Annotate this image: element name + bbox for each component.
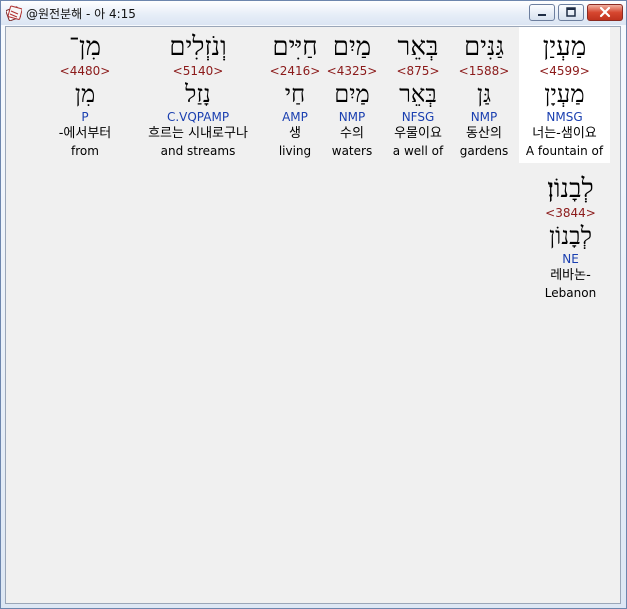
- word-column[interactable]: בְּאֵר <875> בְּאֵר NFSG 우물이요 a well of: [384, 27, 452, 163]
- interlinear-panel[interactable]: מַעְיַן <4599> מַעְיָן NMSG 너는-샘이요 A fountain…: [5, 26, 621, 604]
- hebrew-lemma: מַיִם: [334, 80, 370, 108]
- korean-gloss: 수의: [340, 126, 364, 141]
- maximize-button[interactable]: [558, 4, 584, 21]
- hebrew-word: גַּנִּים: [463, 32, 505, 62]
- hebrew-word: בְּאֵר: [397, 32, 439, 62]
- hebrew-word: מַיִם: [332, 32, 372, 62]
- hebrew-lemma: מִן: [74, 80, 96, 108]
- strong-number: <4599>: [539, 64, 590, 78]
- minimize-button[interactable]: [529, 4, 555, 21]
- strong-number: <5140>: [172, 64, 224, 78]
- hebrew-word: מִן־: [69, 32, 101, 62]
- hebrew-word: וְנֹזְלִים: [169, 32, 227, 62]
- minimize-icon: [538, 14, 546, 16]
- morphology-code: AMP: [282, 110, 308, 124]
- word-column[interactable]: וְנֹזְלִים <5140> נָזַל C.VQPAMP 흐르는 시내로구나 an…: [130, 27, 266, 163]
- hebrew-lemma: מַעְיָן: [544, 80, 585, 108]
- word-column[interactable]: מַעְיַן <4599> מַעְיָן NMSG 너는-샘이요 A fountain…: [519, 27, 610, 163]
- hebrew-lemma: לְבָנוֹן: [549, 222, 592, 250]
- english-gloss: a well of: [392, 144, 444, 158]
- english-gloss: A fountain of: [525, 144, 604, 158]
- hebrew-lemma: גַּן: [476, 80, 492, 108]
- strong-number: <2416>: [269, 64, 321, 78]
- korean-gloss: 흐르는 시내로구나: [148, 126, 248, 141]
- close-button[interactable]: [587, 4, 623, 21]
- korean-gloss: 생: [289, 126, 301, 141]
- strong-number: <875>: [396, 64, 440, 78]
- word-column[interactable]: גַּנִּים <1588> גַּן NMP 동산의 gardens: [453, 27, 515, 163]
- word-column[interactable]: לְבָנוֹן׃ <3844> לְבָנוֹן NE 레바논- Lebanon: [533, 169, 608, 305]
- strong-number: <1588>: [458, 64, 510, 78]
- hebrew-lemma: חַי: [284, 80, 306, 108]
- english-gloss: gardens: [459, 144, 509, 158]
- strong-number: <4325>: [326, 64, 378, 78]
- morphology-code: NMP: [470, 110, 498, 124]
- korean-gloss: -에서부터: [58, 126, 112, 141]
- hebrew-word: מַעְיַן: [542, 32, 587, 62]
- english-gloss: and streams: [160, 144, 236, 158]
- strong-number: <4480>: [59, 64, 111, 78]
- bible-app-icon[interactable]: [5, 5, 23, 22]
- korean-gloss: 너는-샘이요: [532, 126, 597, 141]
- korean-gloss: 동산의: [466, 126, 502, 141]
- word-column[interactable]: מַיִם <4325> מַיִם NMP 수의 waters: [323, 27, 381, 163]
- title-bar[interactable]: @원전분해 - 아 4:15: [1, 1, 626, 25]
- korean-gloss: 우물이요: [394, 126, 442, 141]
- english-gloss: living: [278, 144, 312, 158]
- strong-number: <3844>: [545, 206, 596, 220]
- hebrew-word: לְבָנוֹן׃: [547, 174, 594, 204]
- morphology-code: NMP: [338, 110, 366, 124]
- word-column[interactable]: חַיִּים <2416> חַי AMP 생 living: [268, 27, 322, 163]
- english-gloss: Lebanon: [544, 286, 597, 300]
- word-column[interactable]: מִן־ <4480> מִן P -에서부터 from: [42, 27, 128, 163]
- morphology-code: C.VQPAMP: [166, 110, 230, 124]
- app-window: @원전분해 - 아 4:15 מַעְיַן <4599> מַעְיָן NMSG 너…: [0, 0, 627, 609]
- morphology-code: NE: [562, 252, 579, 266]
- hebrew-lemma: נָזַל: [185, 80, 211, 108]
- maximize-icon: [566, 7, 576, 17]
- english-gloss: from: [71, 144, 99, 158]
- korean-gloss: 레바논-: [550, 268, 591, 283]
- close-icon: [599, 6, 611, 18]
- morphology-code: NMSG: [546, 110, 583, 124]
- window-title: @원전분해 - 아 4:15: [26, 7, 136, 21]
- hebrew-word: חַיִּים: [272, 32, 318, 62]
- morphology-code: NFSG: [401, 110, 435, 124]
- hebrew-lemma: בְּאֵר: [399, 80, 437, 108]
- morphology-code: P: [81, 110, 89, 124]
- english-gloss: waters: [331, 144, 373, 158]
